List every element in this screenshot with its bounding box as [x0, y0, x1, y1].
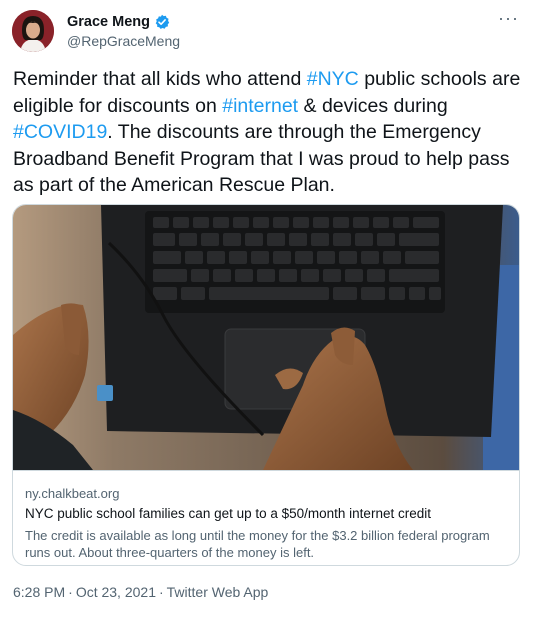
hashtag-covid19[interactable]: #COVID19: [13, 121, 107, 143]
name-row: Grace Meng: [67, 12, 180, 31]
tweet-date[interactable]: Oct 23, 2021: [76, 584, 156, 600]
card-body[interactable]: ny.chalkbeat.org NYC public school famil…: [13, 470, 519, 561]
link-card[interactable]: ny.chalkbeat.org NYC public school famil…: [12, 204, 520, 566]
hashtag-nyc[interactable]: #NYC: [307, 68, 359, 90]
meta-separator: ·: [158, 584, 164, 600]
card-title: NYC public school families can get up to…: [25, 506, 431, 521]
tweet-time[interactable]: 6:28 PM: [13, 584, 65, 600]
avatar[interactable]: [12, 10, 54, 52]
tweet-meta: 6:28 PM · Oct 23, 2021 · Twitter Web App: [13, 584, 268, 600]
tweet: Grace Meng @RepGraceMeng ··· Reminder th…: [0, 0, 537, 622]
more-options-icon[interactable]: ···: [498, 8, 519, 29]
author-name[interactable]: Grace Meng: [67, 14, 150, 30]
author-info: Grace Meng @RepGraceMeng: [67, 12, 180, 50]
tweet-source[interactable]: Twitter Web App: [167, 584, 269, 600]
card-image[interactable]: [13, 205, 519, 470]
card-domain: ny.chalkbeat.org: [25, 486, 120, 501]
tweet-text: Reminder that all kids who attend #NYC p…: [13, 66, 528, 199]
meta-separator: ·: [68, 584, 73, 600]
hashtag-internet[interactable]: #internet: [222, 95, 298, 117]
verified-badge-icon: [154, 14, 170, 30]
author-handle[interactable]: @RepGraceMeng: [67, 33, 180, 49]
tweet-text-part: & devices during: [298, 94, 448, 117]
tweet-text-part: Reminder that all kids who attend: [13, 68, 307, 90]
card-description: The credit is available as long until th…: [25, 528, 490, 560]
